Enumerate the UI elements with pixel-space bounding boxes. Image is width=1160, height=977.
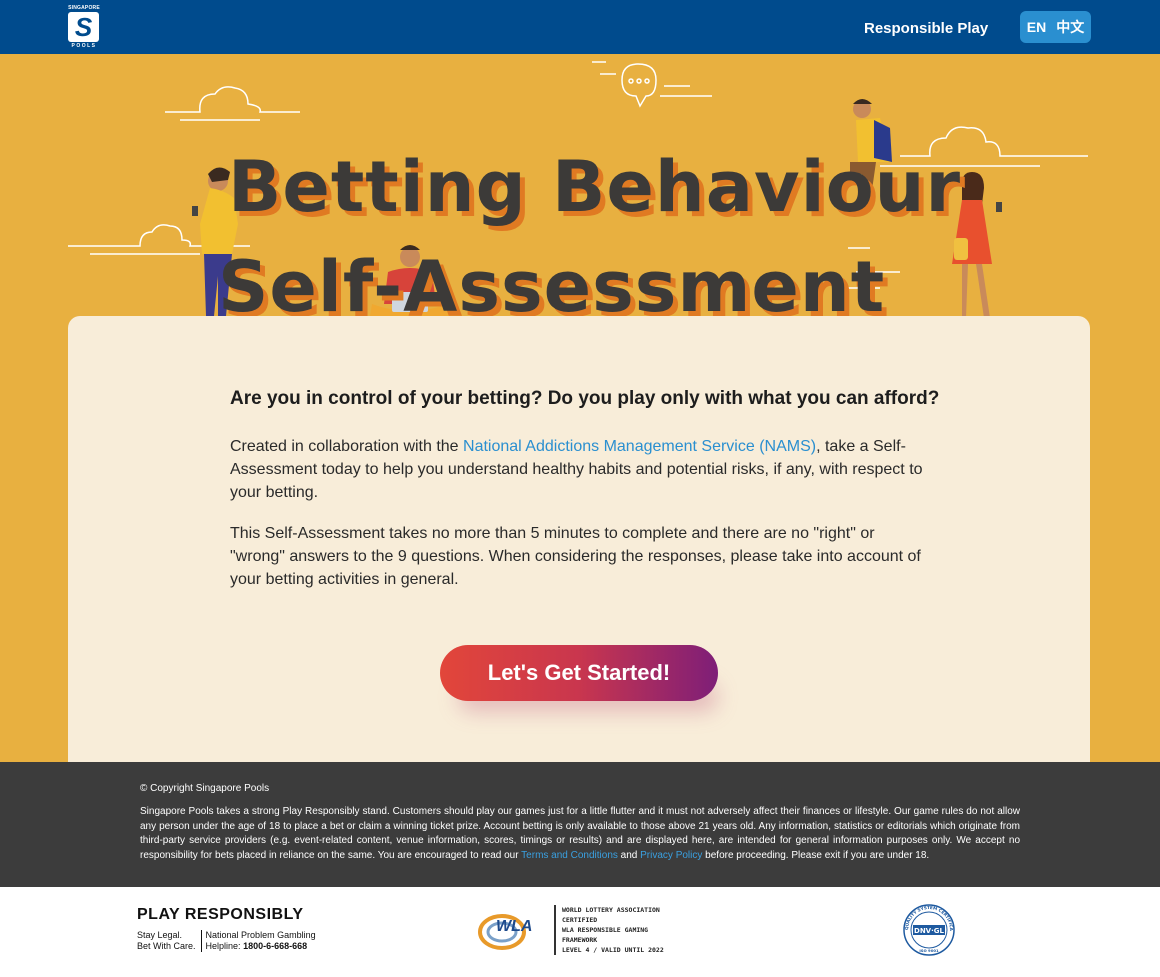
wla-mark-text: WLA <box>496 918 533 935</box>
language-switcher[interactable]: EN 中文 <box>1020 11 1091 43</box>
hero-title-line-1: Betting Behaviour <box>228 146 962 228</box>
speech-bubble-icon <box>592 61 712 108</box>
intro-heading: Are you in control of your betting? Do y… <box>230 388 940 409</box>
intro-card: Are you in control of your betting? Do y… <box>68 316 1090 776</box>
pr-right-line-1: National Problem Gambling <box>205 930 316 940</box>
top-header: SINGAPORE S POOLS Responsible Play EN 中文 <box>0 0 1160 54</box>
p1-text-before: Created in collaboration with the <box>230 438 464 455</box>
get-started-button[interactable]: Let's Get Started! <box>440 645 718 701</box>
cloud-left-icon <box>165 86 300 121</box>
copyright-text: © Copyright Singapore Pools <box>140 783 270 794</box>
singapore-pools-logo[interactable]: SINGAPORE S POOLS <box>67 5 101 49</box>
pr-title: PLAY RESPONSIBLY <box>137 906 304 923</box>
wla-logo-icon: WLA <box>478 908 550 952</box>
responsible-play-link[interactable]: Responsible Play <box>864 20 988 37</box>
play-responsibly-badge: PLAY RESPONSIBLY Stay Legal. Bet With Ca… <box>137 906 316 952</box>
wla-text: WORLD LOTTERY ASSOCIATION CERTIFIED WLA … <box>554 905 664 955</box>
pr-helpline-label: Helpline: <box>205 941 244 951</box>
footer: © Copyright Singapore Pools Singapore Po… <box>0 762 1160 887</box>
lang-en[interactable]: EN <box>1027 19 1046 35</box>
disclaimer-text: Singapore Pools takes a strong Play Resp… <box>140 805 1020 863</box>
disclaimer-after: before proceeding. Please exit if you ar… <box>702 849 930 861</box>
pr-helpline-number: 1800-6-668-668 <box>243 941 308 951</box>
wla-line-4: FRAMEWORK <box>562 936 598 944</box>
pr-left-text: Stay Legal. Bet With Care. <box>137 930 202 952</box>
intro-paragraph-1: Created in collaboration with the Nation… <box>230 435 930 504</box>
intro-paragraph-2: This Self-Assessment takes no more than … <box>230 525 921 588</box>
pr-helpline: National Problem Gambling Helpline: 1800… <box>202 930 316 952</box>
wla-line-2: CERTIFIED <box>562 916 598 924</box>
disclaimer-and: and <box>617 849 641 861</box>
dnv-seal-icon: QUALITY SYSTEM CERTIFICATION DNV·GL ISO … <box>900 899 955 956</box>
lang-zh[interactable]: 中文 <box>1056 17 1084 37</box>
privacy-link[interactable]: Privacy Policy <box>640 850 702 861</box>
nams-link[interactable]: National Addictions Management Service (… <box>463 438 816 455</box>
wla-certification-badge: WLA WORLD LOTTERY ASSOCIATION CERTIFIED … <box>478 905 664 955</box>
dnv-mark-text: DNV·GL <box>914 927 944 935</box>
pr-left-line-2: Bet With Care. <box>137 941 196 951</box>
dnv-iso-text: ISO 9001 <box>919 948 939 953</box>
logo-top-text: SINGAPORE <box>68 5 100 11</box>
dnv-gl-certification-badge: QUALITY SYSTEM CERTIFICATION DNV·GL ISO … <box>900 899 956 957</box>
pr-left-line-1: Stay Legal. <box>137 930 183 940</box>
certification-bar: PLAY RESPONSIBLY Stay Legal. Bet With Ca… <box>0 887 1160 977</box>
wla-line-1: WORLD LOTTERY ASSOCIATION <box>562 906 660 914</box>
terms-link[interactable]: Terms and Conditions <box>521 850 618 861</box>
wla-line-3: WLA RESPONSIBLE GAMING <box>562 926 649 934</box>
hero-banner: Betting Behaviour Self-Assessment <box>0 54 1160 324</box>
hero-title-line-2: Self-Assessment <box>218 246 886 324</box>
logo-mark: S <box>68 12 99 42</box>
logo-bottom-text: POOLS <box>71 43 97 49</box>
wla-line-5: LEVEL 4 / VALID UNTIL 2022 <box>562 946 664 954</box>
